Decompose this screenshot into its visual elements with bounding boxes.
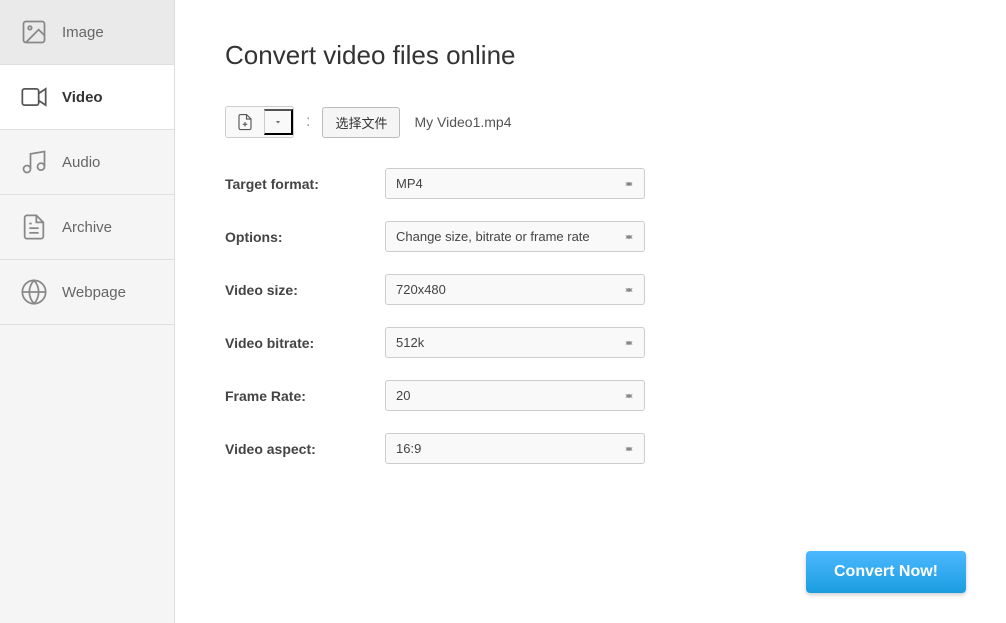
chevron-down-icon [273,117,283,127]
archive-icon [20,213,48,241]
image-icon [20,18,48,46]
video-icon [20,83,48,111]
video-aspect-row: Video aspect: 16:9 4:3 1:1 21:9 [225,433,956,464]
selected-file-name: My Video1.mp4 [414,114,511,130]
page-title: Convert video files online [225,40,956,71]
video-size-label: Video size: [225,282,385,298]
main-content: Convert video files online : 选择文件 My Vid… [175,0,1006,623]
audio-icon [20,148,48,176]
frame-rate-label: Frame Rate: [225,388,385,404]
sidebar-item-image-label: Image [62,24,104,41]
video-bitrate-row: Video bitrate: 512k 256k 1024k 2048k 128… [225,327,956,358]
sidebar-item-audio-label: Audio [62,154,100,171]
video-bitrate-label: Video bitrate: [225,335,385,351]
sidebar-item-audio[interactable]: Audio [0,130,174,195]
target-format-row: Target format: MP4 AVI MKV MOV WMV FLV W… [225,168,956,199]
file-plus-icon [236,113,254,131]
sidebar-item-archive-label: Archive [62,219,112,236]
video-aspect-select[interactable]: 16:9 4:3 1:1 21:9 [385,433,645,464]
options-label: Options: [225,229,385,245]
sidebar-item-archive[interactable]: Archive [0,195,174,260]
frame-rate-select[interactable]: 20 24 25 30 60 [385,380,645,411]
target-format-select[interactable]: MP4 AVI MKV MOV WMV FLV WebM [385,168,645,199]
file-add-button-group [225,106,294,138]
colon-separator: : [302,113,314,131]
sidebar-item-image[interactable]: Image [0,0,174,65]
frame-rate-row: Frame Rate: 20 24 25 30 60 [225,380,956,411]
choose-file-button[interactable]: 选择文件 [322,107,400,138]
sidebar-item-webpage[interactable]: Webpage [0,260,174,325]
options-select[interactable]: Change size, bitrate or frame rate Defau… [385,221,645,252]
sidebar-item-video-label: Video [62,89,103,106]
target-format-label: Target format: [225,176,385,192]
sidebar-item-video[interactable]: Video [0,65,174,130]
sidebar: Image Video Audio Archive [0,0,175,623]
webpage-icon [20,278,48,306]
video-size-select[interactable]: 720x480 1280x720 1920x1080 640x360 320x2… [385,274,645,305]
file-selector-row: : 选择文件 My Video1.mp4 [225,106,956,138]
sidebar-item-webpage-label: Webpage [62,284,126,301]
convert-now-button[interactable]: Convert Now! [806,551,966,593]
video-aspect-label: Video aspect: [225,441,385,457]
options-row: Options: Change size, bitrate or frame r… [225,221,956,252]
add-file-button[interactable] [226,107,264,137]
add-file-dropdown-button[interactable] [264,109,293,135]
video-size-row: Video size: 720x480 1280x720 1920x1080 6… [225,274,956,305]
video-bitrate-select[interactable]: 512k 256k 1024k 2048k 128k [385,327,645,358]
